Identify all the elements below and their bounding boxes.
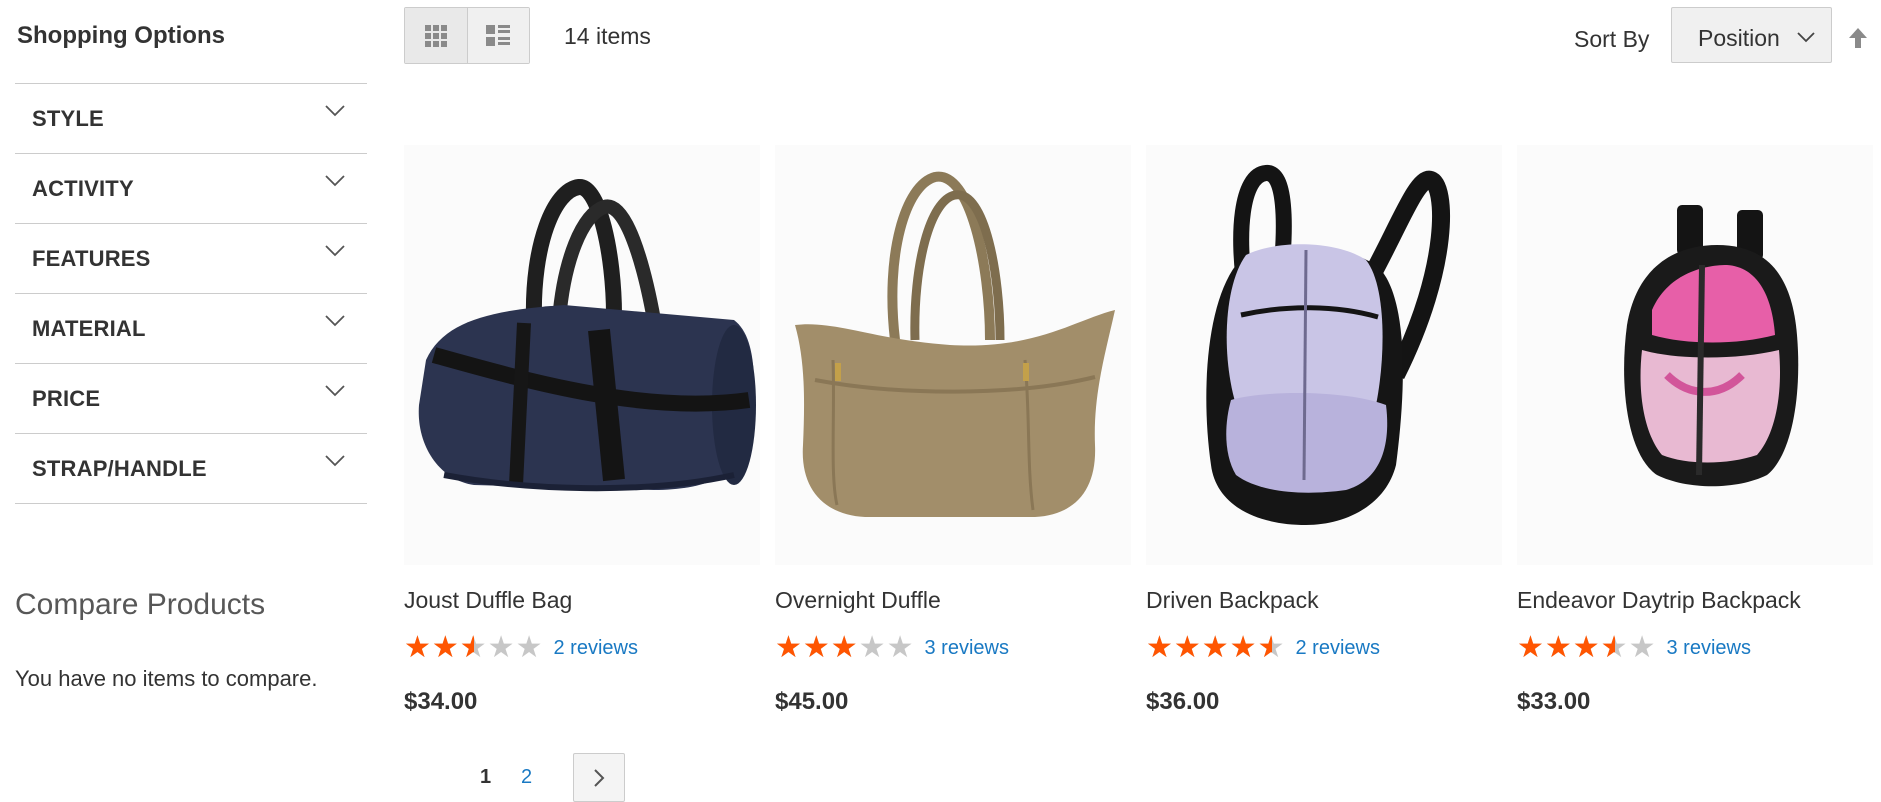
product-image-backpack-pink[interactable] bbox=[1517, 145, 1873, 565]
grid-icon bbox=[424, 24, 447, 47]
product-rating: ★★★★★★★★★★ 2 reviews bbox=[1146, 633, 1380, 663]
filter-list: STYLE ACTIVITY FEATURES MATERIAL PRICE S… bbox=[15, 83, 367, 504]
product-rating: ★★★★★★★★★★ 3 reviews bbox=[775, 633, 1009, 663]
filter-label: PRICE bbox=[32, 386, 101, 411]
page-current: 1 bbox=[480, 766, 492, 788]
filter-strap-handle[interactable]: STRAP/HANDLE bbox=[15, 434, 367, 504]
product-price: $34.00 bbox=[404, 688, 478, 715]
product-rating: ★★★★★★★★★★ 2 reviews bbox=[404, 633, 638, 663]
filter-price[interactable]: PRICE bbox=[15, 364, 367, 434]
filter-label: STYLE bbox=[32, 106, 104, 131]
toolbar-amount: 14 items bbox=[564, 23, 651, 49]
rating-stars: ★★★★★★★★★★ bbox=[404, 631, 544, 664]
product-rating: ★★★★★★★★★★ 3 reviews bbox=[1517, 633, 1751, 663]
chevron-down-icon bbox=[325, 315, 345, 327]
sort-by-label: Sort By bbox=[1574, 26, 1650, 52]
page-link-2[interactable]: 2 bbox=[521, 766, 532, 789]
filter-style[interactable]: STYLE bbox=[15, 84, 367, 154]
rating-stars: ★★★★★★★★★★ bbox=[775, 631, 915, 664]
list-icon bbox=[486, 24, 511, 46]
reviews-link[interactable]: 2 reviews bbox=[1295, 637, 1379, 660]
sort-by-select[interactable]: Position bbox=[1671, 7, 1832, 63]
chevron-down-icon bbox=[325, 105, 345, 117]
filter-features[interactable]: FEATURES bbox=[15, 224, 367, 294]
product-price: $45.00 bbox=[775, 688, 849, 715]
product-name[interactable]: Overnight Duffle bbox=[775, 587, 941, 614]
backpack-lavender-image bbox=[1206, 165, 1450, 525]
compare-products-title: Compare Products bbox=[15, 588, 266, 621]
product-name[interactable]: Joust Duffle Bag bbox=[404, 587, 572, 614]
page-next-button[interactable] bbox=[573, 753, 625, 802]
filter-label: MATERIAL bbox=[32, 316, 146, 341]
rating-fill: ★★★★★ bbox=[1517, 633, 1615, 663]
duffle-bag-tan-image bbox=[795, 171, 1115, 517]
arrow-up-icon[interactable] bbox=[1848, 26, 1868, 50]
product-name[interactable]: Driven Backpack bbox=[1146, 587, 1319, 614]
chevron-down-icon bbox=[325, 175, 345, 187]
compare-empty-message: You have no items to compare. bbox=[15, 666, 318, 691]
view-mode-switcher bbox=[404, 7, 530, 64]
product-image-duffle-bag-tan[interactable] bbox=[775, 145, 1131, 565]
duffle-bag-navy-image bbox=[418, 179, 756, 492]
filter-material[interactable]: MATERIAL bbox=[15, 294, 367, 364]
filter-label: FEATURES bbox=[32, 246, 151, 271]
rating-fill: ★★★★★ bbox=[404, 633, 474, 663]
product-price: $36.00 bbox=[1146, 688, 1220, 715]
reviews-link[interactable]: 3 reviews bbox=[1666, 637, 1750, 660]
reviews-link[interactable]: 3 reviews bbox=[924, 637, 1008, 660]
reviews-link[interactable]: 2 reviews bbox=[553, 637, 637, 660]
chevron-right-icon bbox=[594, 768, 605, 787]
chevron-down-icon bbox=[325, 245, 345, 257]
filter-label: ACTIVITY bbox=[32, 176, 134, 201]
filter-activity[interactable]: ACTIVITY bbox=[15, 154, 367, 224]
product-price: $33.00 bbox=[1517, 688, 1591, 715]
chevron-down-icon bbox=[325, 455, 345, 467]
chevron-down-icon bbox=[1797, 32, 1815, 43]
product-name[interactable]: Endeavor Daytrip Backpack bbox=[1517, 587, 1801, 614]
chevron-down-icon bbox=[325, 385, 345, 397]
shopping-options-title: Shopping Options bbox=[17, 22, 225, 49]
product-image-backpack-lavender[interactable] bbox=[1146, 145, 1502, 565]
list-view-button[interactable] bbox=[466, 8, 529, 63]
rating-stars: ★★★★★★★★★★ bbox=[1146, 631, 1286, 664]
backpack-pink-image bbox=[1624, 205, 1799, 487]
rating-fill: ★★★★★ bbox=[775, 633, 859, 663]
grid-view-button[interactable] bbox=[405, 8, 467, 63]
rating-fill: ★★★★★ bbox=[1146, 633, 1272, 663]
product-image-duffle-bag-navy[interactable] bbox=[404, 145, 760, 565]
sort-by-value: Position bbox=[1698, 25, 1780, 51]
rating-stars: ★★★★★★★★★★ bbox=[1517, 631, 1657, 664]
filter-label: STRAP/HANDLE bbox=[32, 456, 207, 481]
